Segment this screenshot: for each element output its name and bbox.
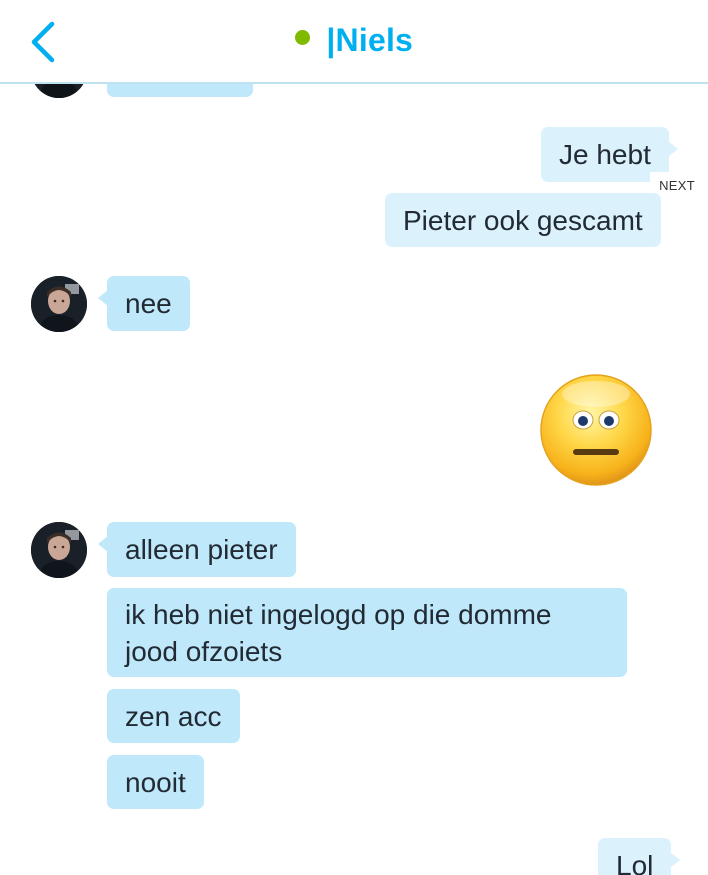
chat-header: |Niels <box>0 0 708 84</box>
speechless-emoticon[interactable] <box>538 372 654 488</box>
message-bubble-incoming[interactable]: nee <box>98 276 190 331</box>
message-text: Je hebt <box>559 139 651 170</box>
message-text: Lol <box>616 850 654 875</box>
next-label: NEXT <box>659 178 695 193</box>
contact-photo-icon <box>31 522 87 578</box>
contact-avatar[interactable] <box>31 522 87 578</box>
message-bubble-incoming[interactable]: alleen pieter <box>98 522 296 577</box>
message-bubble-outgoing[interactable]: Lol <box>598 838 681 875</box>
message-bubble-incoming[interactable]: ik heb niet ingelogd op die domme jood o… <box>107 588 627 677</box>
conversation-title[interactable]: |Niels <box>0 22 708 62</box>
contact-avatar[interactable] <box>31 276 87 332</box>
message-text: nee <box>125 288 172 319</box>
message-text: zen acc <box>125 701 222 732</box>
presence-online-icon <box>294 30 310 45</box>
bubble-tail <box>670 852 681 868</box>
message-text: nooit <box>125 767 186 798</box>
message-bubble-incoming[interactable]: zen acc <box>107 689 240 743</box>
bubble-tail <box>667 141 678 157</box>
message-bubble-outgoing[interactable]: Pieter ook gescamt <box>385 193 661 247</box>
contact-name: |Niels <box>326 22 414 58</box>
chat-screen: Je hebt NEXT Pieter ook gescamt nee alle… <box>0 0 708 875</box>
message-bubble-incoming[interactable]: nooit <box>107 755 204 809</box>
message-text: alleen pieter <box>125 534 278 565</box>
bubble-tail <box>98 290 108 306</box>
bubble-tail <box>98 536 108 552</box>
message-text: ik heb niet ingelogd op die domme jood o… <box>125 599 552 667</box>
message-text: Pieter ook gescamt <box>403 205 643 236</box>
contact-photo-icon <box>31 276 87 332</box>
speechless-emoticon-icon <box>540 374 652 486</box>
